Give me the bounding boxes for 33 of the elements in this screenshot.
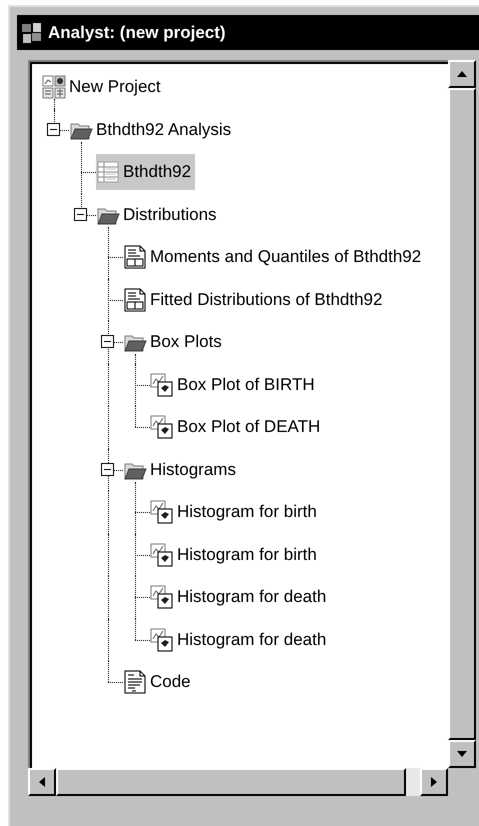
scrollbar-thumb[interactable] bbox=[56, 768, 406, 796]
scroll-down-button[interactable] bbox=[448, 740, 476, 768]
chart-icon bbox=[150, 542, 174, 567]
tree-item[interactable]: Fitted Distributions of Bthdth92 bbox=[123, 282, 386, 318]
scroll-right-button[interactable] bbox=[420, 768, 448, 796]
report-icon bbox=[123, 288, 147, 312]
tree-item[interactable]: Histogram for birth bbox=[150, 536, 321, 573]
tree-item[interactable]: Bthdth92 bbox=[96, 154, 196, 190]
collapse-toggle[interactable] bbox=[101, 462, 114, 476]
app-icon bbox=[21, 22, 43, 44]
window-title: Analyst: (new project) bbox=[48, 22, 226, 42]
project-icon bbox=[42, 75, 66, 100]
scroll-up-button[interactable] bbox=[448, 60, 476, 88]
tree-item[interactable]: Box Plot of DEATH bbox=[150, 409, 324, 446]
report-icon bbox=[123, 245, 147, 270]
collapse-toggle[interactable] bbox=[47, 122, 60, 136]
collapse-toggle[interactable] bbox=[74, 208, 87, 221]
tree-item[interactable]: Box Plot of BIRTH bbox=[150, 366, 319, 403]
collapse-toggle[interactable] bbox=[101, 335, 114, 348]
tree-item[interactable]: Histogram for death bbox=[150, 579, 330, 616]
tree-item[interactable]: Histogram for death bbox=[150, 622, 330, 658]
chart-icon bbox=[150, 500, 174, 524]
chart-icon bbox=[150, 415, 174, 440]
chart-icon bbox=[150, 372, 174, 397]
horizontal-scrollbar[interactable] bbox=[28, 768, 448, 796]
chart-icon bbox=[150, 585, 174, 610]
tree-item[interactable]: Moments and Quantiles of Bthdth92 bbox=[123, 239, 426, 276]
table-icon bbox=[96, 160, 120, 184]
tree-item[interactable]: Histogram for birth bbox=[150, 494, 321, 530]
code-document-icon bbox=[123, 670, 147, 694]
scroll-left-button[interactable] bbox=[28, 768, 56, 796]
tree-item[interactable]: Code bbox=[123, 664, 195, 700]
chart-icon bbox=[150, 628, 174, 652]
